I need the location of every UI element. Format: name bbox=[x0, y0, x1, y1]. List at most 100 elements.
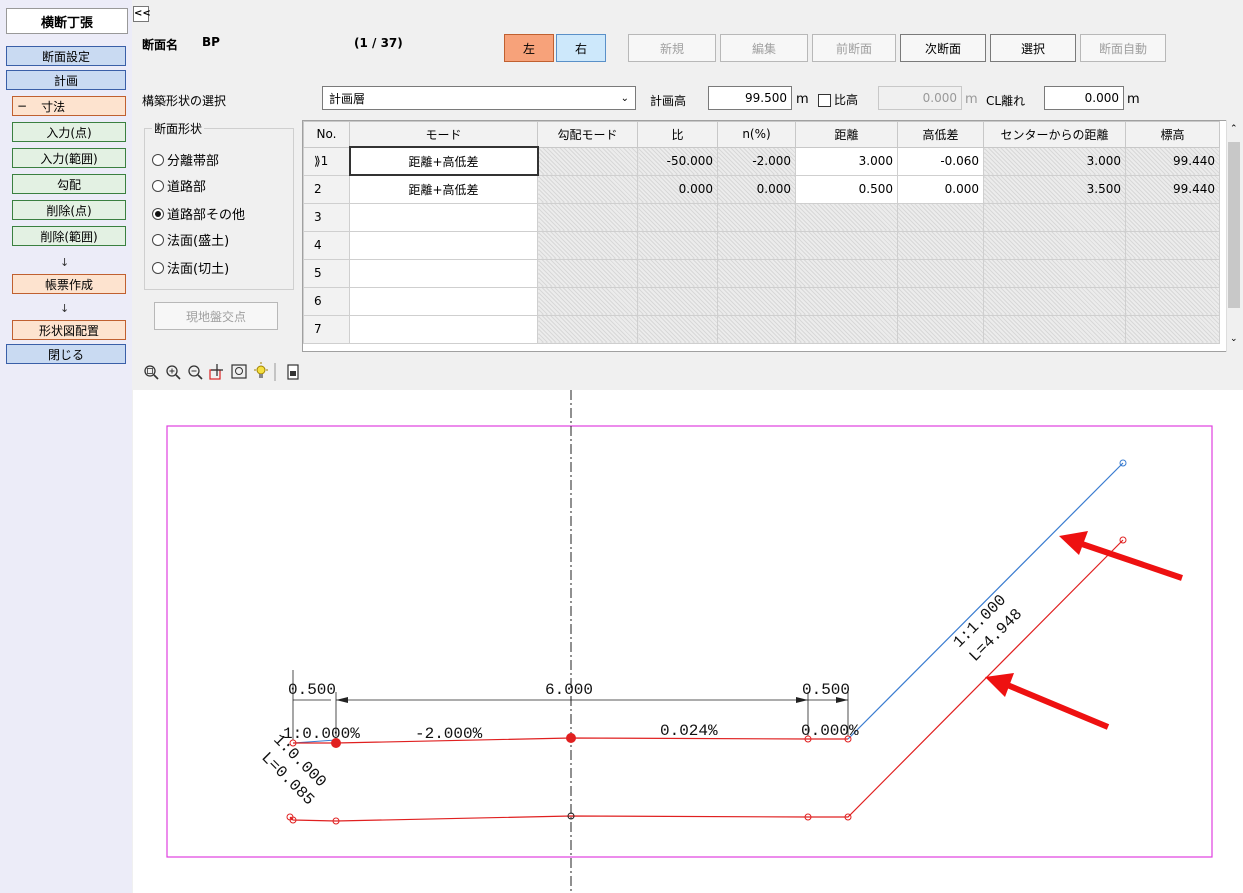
radio-median[interactable]: 分離帯部 bbox=[152, 150, 219, 169]
radio-slope-cut[interactable]: 法面(切土) bbox=[152, 258, 229, 277]
sidebar-item-plan[interactable]: 計画 bbox=[6, 70, 126, 90]
cl-offset-input[interactable]: 0.000 bbox=[1044, 86, 1124, 110]
height-cell bbox=[897, 286, 984, 316]
ratio-cell: -50.000 bbox=[637, 146, 718, 176]
light-icon[interactable] bbox=[254, 362, 268, 378]
col-header-center[interactable]: センターからの距離 bbox=[983, 121, 1126, 148]
radio-slope-fill[interactable]: 法面(盛土) bbox=[152, 230, 229, 249]
center-cell bbox=[983, 202, 1126, 232]
sidebar-item-close[interactable]: 閉じる bbox=[6, 344, 126, 364]
shape-select-dropdown[interactable]: 計画層 ⌄ bbox=[322, 86, 636, 110]
ratio-unit: m bbox=[965, 92, 978, 107]
plan-height-unit: m bbox=[796, 92, 809, 107]
mode-cell[interactable] bbox=[349, 230, 538, 260]
drawing-canvas[interactable]: 0.500 6.000 0.500 1:0.000% -2.000% 0.024… bbox=[133, 390, 1243, 893]
slope-label: 1:0.000% bbox=[283, 725, 360, 743]
mode-cell[interactable]: 距離+高低差 bbox=[349, 174, 538, 204]
table-row[interactable]: 3 bbox=[303, 202, 1220, 232]
sidebar-item-input-point[interactable]: 入力(点) bbox=[12, 122, 126, 142]
next-section-button[interactable]: 次断面 bbox=[900, 34, 986, 62]
table-scrollbar-thumb[interactable] bbox=[1228, 142, 1240, 308]
zoom-in-icon[interactable] bbox=[166, 365, 181, 380]
sidebar-item-dimensions[interactable]: − 寸法 bbox=[12, 96, 126, 116]
dim-label: 0.500 bbox=[288, 681, 336, 699]
print-icon[interactable] bbox=[287, 364, 299, 380]
edit-button[interactable]: 編集 bbox=[720, 34, 808, 62]
col-header-ratio[interactable]: 比 bbox=[637, 121, 718, 148]
col-header-distance[interactable]: 距離 bbox=[795, 121, 898, 148]
plan-node-selected[interactable] bbox=[566, 733, 576, 743]
sidebar-item-shape-layout[interactable]: 形状図配置 bbox=[12, 320, 126, 340]
table-row[interactable]: 5 bbox=[303, 258, 1220, 288]
shape-select-value: 計画層 bbox=[329, 91, 366, 106]
row-number[interactable]: ⟫1 bbox=[303, 146, 350, 176]
table-row[interactable]: 2 距離+高低差 0.000 0.000 0.500 0.000 3.500 9… bbox=[303, 174, 1220, 204]
sidebar-item-input-range[interactable]: 入力(範囲) bbox=[12, 148, 126, 168]
pan-icon[interactable] bbox=[209, 364, 223, 380]
distance-cell[interactable]: 0.500 bbox=[795, 174, 898, 204]
mode-cell[interactable] bbox=[349, 286, 538, 316]
shape-select-label: 構築形状の選択 bbox=[142, 94, 227, 108]
zoom-out-icon[interactable] bbox=[188, 365, 203, 380]
ratio-checkbox[interactable]: 比高 bbox=[818, 91, 858, 108]
table-row[interactable]: 4 bbox=[303, 230, 1220, 260]
table-row[interactable]: 7 bbox=[303, 314, 1220, 344]
scroll-down-icon[interactable]: ⌄ bbox=[1230, 334, 1238, 344]
sidebar-item-gradient[interactable]: 勾配 bbox=[12, 174, 126, 194]
col-header-n[interactable]: n(%) bbox=[717, 121, 796, 148]
sidebar-item-delete-point[interactable]: 削除(点) bbox=[12, 200, 126, 220]
ratio-cell: 0.000 bbox=[637, 174, 718, 204]
sidebar-item-delete-range[interactable]: 削除(範囲) bbox=[12, 226, 126, 246]
grad-mode-cell bbox=[537, 258, 638, 288]
cl-offset-label: CL離れ bbox=[986, 94, 1026, 108]
new-button[interactable]: 新規 bbox=[628, 34, 716, 62]
left-side-button[interactable]: 左 bbox=[504, 34, 554, 62]
mode-cell[interactable] bbox=[349, 314, 538, 344]
col-header-mode[interactable]: モード bbox=[349, 121, 538, 148]
mode-cell[interactable] bbox=[349, 258, 538, 288]
zoom-fit-icon[interactable] bbox=[144, 365, 159, 380]
height-cell[interactable]: 0.000 bbox=[897, 174, 984, 204]
distance-cell[interactable]: 3.000 bbox=[795, 146, 898, 176]
col-header-no[interactable]: No. bbox=[303, 121, 350, 148]
zoom-window-icon[interactable] bbox=[231, 364, 247, 379]
elevation-cell bbox=[1125, 230, 1220, 260]
chevron-down-icon: ⌄ bbox=[620, 92, 629, 104]
plan-height-input[interactable]: 99.500 bbox=[708, 86, 792, 110]
mode-cell[interactable]: 距離+高低差 bbox=[348, 146, 539, 176]
ground-intersection-button[interactable]: 現地盤交点 bbox=[154, 302, 278, 330]
auto-section-button[interactable]: 断面自動 bbox=[1080, 34, 1166, 62]
col-header-height[interactable]: 高低差 bbox=[897, 121, 984, 148]
grad-mode-cell bbox=[537, 230, 638, 260]
row-number[interactable]: 2 bbox=[303, 174, 350, 204]
sidebar-item-section-settings[interactable]: 断面設定 bbox=[6, 46, 126, 66]
dim-label: 6.000 bbox=[545, 681, 593, 699]
row-number[interactable]: 6 bbox=[303, 286, 350, 316]
down-arrow-icon: ↓ bbox=[60, 302, 70, 315]
scroll-up-icon[interactable]: ⌃ bbox=[1230, 124, 1238, 134]
right-side-button[interactable]: 右 bbox=[556, 34, 606, 62]
height-cell bbox=[897, 230, 984, 260]
row-number[interactable]: 5 bbox=[303, 258, 350, 288]
prev-section-button[interactable]: 前断面 bbox=[812, 34, 896, 62]
ratio-input[interactable]: 0.000 bbox=[878, 86, 962, 110]
section-shape-label: 断面形状 bbox=[152, 120, 205, 137]
table-row[interactable]: 6 bbox=[303, 286, 1220, 316]
radio-road[interactable]: 道路部 bbox=[152, 176, 206, 195]
row-number[interactable]: 4 bbox=[303, 230, 350, 260]
ratio-label: 比高 bbox=[834, 93, 859, 107]
col-header-grad-mode[interactable]: 勾配モード bbox=[537, 121, 638, 148]
col-header-elevation[interactable]: 標高 bbox=[1125, 121, 1220, 148]
height-cell[interactable]: -0.060 bbox=[897, 146, 984, 176]
radio-road-other[interactable]: 道路部その他 bbox=[152, 204, 245, 223]
select-button[interactable]: 選択 bbox=[990, 34, 1076, 62]
collapse-sidebar-button[interactable]: << bbox=[133, 6, 151, 22]
sidebar-item-report[interactable]: 帳票作成 bbox=[12, 274, 126, 294]
grad-mode-cell bbox=[537, 146, 638, 176]
mode-cell[interactable] bbox=[349, 202, 538, 232]
table-row[interactable]: ⟫1 距離+高低差 -50.000 -2.000 3.000 -0.060 3.… bbox=[303, 146, 1220, 176]
row-number[interactable]: 3 bbox=[303, 202, 350, 232]
row-number[interactable]: 7 bbox=[303, 314, 350, 344]
distance-cell bbox=[795, 258, 898, 288]
radio-icon bbox=[152, 153, 164, 166]
